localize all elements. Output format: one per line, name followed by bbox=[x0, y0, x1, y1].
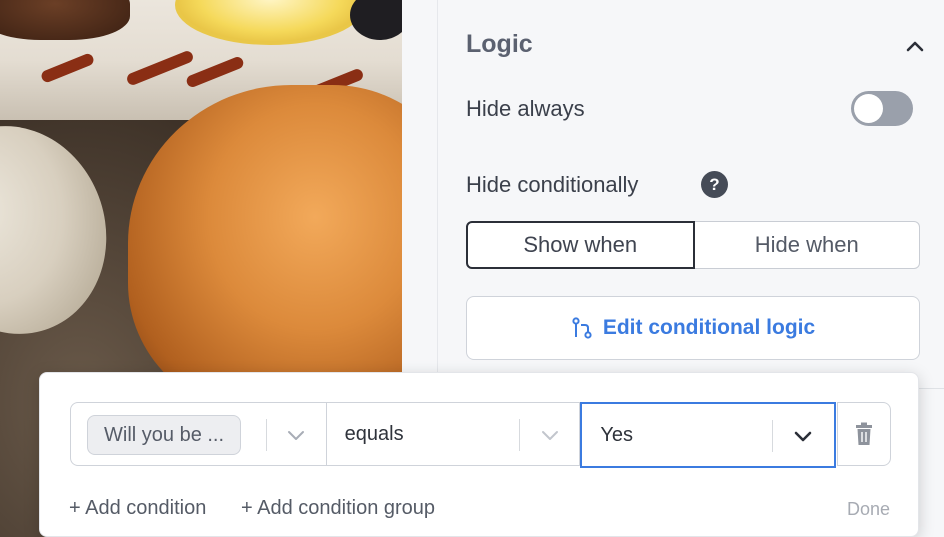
branch-icon bbox=[572, 317, 592, 339]
condition-editor-popup: Will you be ... equals Yes + Add conditi… bbox=[39, 372, 919, 537]
hide-conditionally-label: Hide conditionally bbox=[466, 172, 639, 197]
delete-condition-button[interactable] bbox=[837, 402, 891, 466]
condition-value-select[interactable]: Yes bbox=[580, 402, 837, 468]
hide-when-option[interactable]: Hide when bbox=[694, 221, 920, 269]
chevron-up-icon[interactable] bbox=[904, 36, 926, 56]
condition-row: Will you be ... equals Yes bbox=[70, 402, 837, 468]
divider bbox=[518, 419, 520, 451]
field-chip[interactable]: Will you be ... bbox=[87, 415, 242, 455]
value-text: Yes bbox=[600, 423, 633, 446]
show-hide-segmented-control: Show when Hide when bbox=[466, 221, 920, 269]
chevron-down-icon[interactable] bbox=[539, 425, 561, 445]
bowl-shape bbox=[0, 101, 133, 359]
toggle-knob bbox=[854, 94, 883, 123]
show-when-option[interactable]: Show when bbox=[466, 221, 695, 269]
hide-always-toggle[interactable] bbox=[851, 91, 913, 126]
edit-conditional-logic-label: Edit conditional logic bbox=[602, 316, 816, 339]
divider bbox=[772, 420, 774, 452]
divider bbox=[266, 419, 267, 451]
hide-always-label: Hide always bbox=[466, 96, 585, 121]
section-title: Logic bbox=[466, 30, 533, 58]
bread-shape bbox=[128, 85, 402, 415]
chevron-down-icon[interactable] bbox=[792, 426, 814, 446]
trash-icon bbox=[856, 422, 872, 445]
add-condition-link[interactable]: + Add condition bbox=[69, 497, 206, 520]
condition-field-select[interactable]: Will you be ... bbox=[71, 403, 327, 465]
edit-conditional-logic-button[interactable]: Edit conditional logic bbox=[466, 296, 920, 360]
help-icon[interactable]: ? bbox=[701, 171, 728, 198]
chevron-down-icon[interactable] bbox=[285, 425, 307, 445]
condition-operator-select[interactable]: equals bbox=[327, 403, 581, 465]
done-button[interactable]: Done bbox=[847, 499, 890, 520]
operator-value: equals bbox=[344, 422, 404, 445]
add-condition-group-link[interactable]: + Add condition group bbox=[241, 497, 435, 520]
